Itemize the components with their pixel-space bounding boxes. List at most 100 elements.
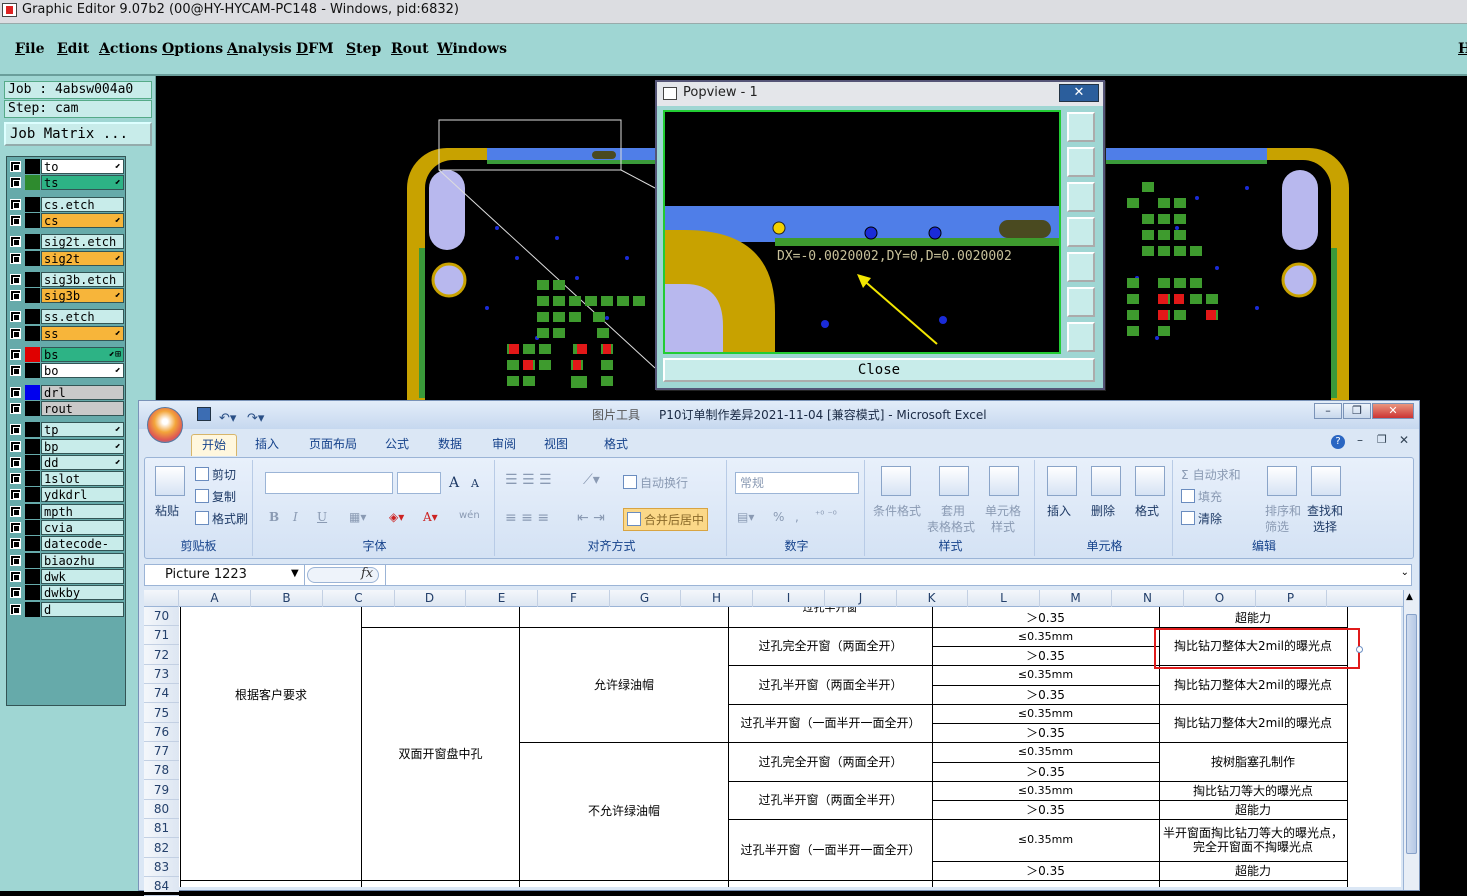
cell-n70[interactable]: 超能力 — [1159, 609, 1347, 626]
find-select-icon[interactable] — [1311, 466, 1341, 496]
layer-row-bs[interactable]: bs ⬋⊞ — [7, 347, 125, 362]
layer-row-sig2t[interactable]: sig2t ⬋ — [7, 250, 125, 266]
layer-name[interactable]: bo ⬋ — [41, 363, 124, 379]
layer-checkbox[interactable] — [10, 587, 21, 599]
column-header-C[interactable]: C — [323, 590, 395, 607]
cell-half-one[interactable]: 过孔半开窗（一面半开一面全开） — [729, 704, 932, 742]
layer-row-dwk[interactable]: dwk — [7, 568, 125, 584]
align-left-icon[interactable]: ≡ ≡ ≡ — [505, 510, 549, 526]
tab-format[interactable]: 格式 — [594, 434, 638, 456]
find-select-button[interactable]: 查找和 — [1307, 502, 1343, 519]
layer-color-swatch[interactable] — [25, 568, 40, 584]
cell-m81[interactable]: ≤0.35mm — [932, 819, 1159, 861]
layer-name[interactable]: sig2t.etch — [41, 234, 124, 250]
layer-row-d[interactable]: d — [7, 601, 125, 617]
select-all-corner[interactable] — [144, 590, 179, 607]
layer-color-swatch[interactable] — [25, 422, 40, 438]
popview-window[interactable]: Popview - 1 ✕ DX=-0.0020002,DY=0,D=0.002… — [655, 80, 1105, 390]
row-header-72[interactable]: 72 — [144, 646, 179, 665]
menu-analysis[interactable]: Analysis — [227, 41, 292, 57]
layer-name[interactable]: bp ⬋ — [41, 438, 124, 454]
column-header-F[interactable]: F — [538, 590, 610, 607]
bold-button[interactable]: B — [269, 510, 279, 524]
sort-filter-button[interactable]: 排序和 — [1265, 502, 1301, 519]
popview-close-x-button[interactable]: ✕ — [1059, 84, 1099, 102]
layer-name[interactable]: d — [41, 601, 124, 617]
layer-row-cs-etch[interactable]: cs.etch — [7, 196, 125, 212]
column-header-H[interactable]: H — [681, 590, 753, 607]
number-format-select[interactable]: 常规 — [735, 472, 859, 494]
paste-icon[interactable] — [155, 466, 185, 496]
cell-style-icon[interactable] — [989, 466, 1019, 496]
tab-review[interactable]: 审阅 — [482, 434, 526, 456]
layer-checkbox[interactable] — [10, 386, 21, 398]
layer-color-swatch[interactable] — [25, 552, 40, 568]
row-header-84[interactable]: 84 — [144, 877, 179, 896]
maximize-button[interactable]: ❐ — [1343, 403, 1371, 419]
popview-title-bar[interactable]: Popview - 1 ✕ — [657, 82, 1103, 106]
format-cells-icon[interactable] — [1135, 466, 1165, 496]
layer-checkbox[interactable] — [10, 456, 21, 468]
column-header-D[interactable]: D — [394, 590, 466, 607]
selected-picture-box[interactable] — [1154, 628, 1360, 669]
layer-color-swatch[interactable] — [25, 347, 40, 362]
row-header-70[interactable]: 70 — [144, 607, 179, 626]
layer-color-swatch[interactable] — [25, 309, 40, 325]
phonetic-button[interactable]: wén — [459, 510, 480, 521]
layer-checkbox[interactable] — [10, 311, 21, 323]
row-header-74[interactable]: 74 — [144, 684, 179, 704]
layer-color-swatch[interactable] — [25, 384, 40, 400]
cell-style-button-2[interactable]: 样式 — [991, 518, 1015, 535]
layer-color-swatch[interactable] — [25, 363, 40, 379]
column-header-N[interactable]: N — [1112, 590, 1184, 607]
layer-color-swatch[interactable] — [25, 234, 40, 250]
popview-close-button[interactable]: Close — [663, 358, 1095, 382]
layer-color-swatch[interactable] — [25, 212, 40, 228]
layer-name[interactable]: datecode-to — [41, 536, 124, 565]
column-header-P[interactable]: P — [1255, 590, 1327, 607]
layer-row-1slot[interactable]: 1slot — [7, 471, 125, 487]
layer-checkbox[interactable] — [10, 473, 21, 485]
tab-formulas[interactable]: 公式 — [375, 434, 419, 456]
layer-color-swatch[interactable] — [25, 438, 40, 454]
find-select-button-2[interactable]: 选择 — [1313, 518, 1337, 535]
cell-m76[interactable]: ＞0.35 — [932, 723, 1159, 742]
layer-name[interactable]: ss.etch — [41, 309, 124, 325]
save-icon[interactable] — [197, 407, 211, 421]
close-window-button[interactable]: ✕ — [1372, 403, 1414, 419]
row-header-80[interactable]: 80 — [144, 800, 179, 819]
pv-zoom-out-icon[interactable] — [1067, 287, 1095, 317]
menu-step[interactable]: Step — [346, 41, 381, 57]
decimal-icon[interactable]: ⁺⁰ ⁻⁰ — [815, 510, 837, 521]
job-matrix-button[interactable]: Job Matrix ... — [4, 122, 152, 146]
delete-cells-button[interactable]: 删除 — [1091, 502, 1115, 519]
cell-n80[interactable]: 超能力 — [1159, 800, 1347, 819]
layer-name[interactable]: sig2t ⬋ — [41, 250, 124, 266]
cell-top-partial[interactable]: 过孔半开窗 — [728, 607, 932, 615]
font-size-select[interactable] — [397, 472, 441, 494]
menu-actions[interactable]: Actions — [99, 41, 158, 57]
pv-pan-right-icon[interactable] — [1067, 252, 1095, 282]
row-header-77[interactable]: 77 — [144, 742, 179, 762]
cell-full-open-2[interactable]: 过孔完全开窗（两面全开） — [729, 742, 932, 781]
layer-color-swatch[interactable] — [25, 271, 40, 287]
column-header-O[interactable]: O — [1184, 590, 1256, 607]
column-header-J[interactable]: J — [825, 590, 897, 607]
layer-name[interactable]: sig3b ⬋ — [41, 288, 124, 304]
tab-insert[interactable]: 插入 — [245, 434, 289, 456]
percent-button[interactable]: % — [773, 510, 784, 524]
insert-cells-button[interactable]: 插入 — [1047, 502, 1071, 519]
shrink-font-button[interactable]: A — [471, 477, 479, 490]
layer-row-ts[interactable]: ts ⬋ — [7, 175, 125, 191]
sort-filter-button-2[interactable]: 筛选 — [1265, 518, 1289, 535]
layer-color-swatch[interactable] — [25, 454, 40, 470]
cell-full-open[interactable]: 过孔完全开窗（两面全开） — [729, 627, 932, 665]
cell-m71[interactable]: ≤0.35mm — [932, 627, 1159, 646]
column-header-E[interactable]: E — [466, 590, 538, 607]
layer-name[interactable]: 1slot — [41, 471, 124, 487]
row-header-71[interactable]: 71 — [144, 626, 179, 646]
layer-name[interactable]: tp ⬋ — [41, 422, 124, 438]
formula-expand-icon[interactable]: ⌄ — [1401, 567, 1409, 578]
scroll-up-icon[interactable]: ▲ — [1406, 592, 1413, 602]
layer-checkbox[interactable] — [10, 214, 21, 226]
